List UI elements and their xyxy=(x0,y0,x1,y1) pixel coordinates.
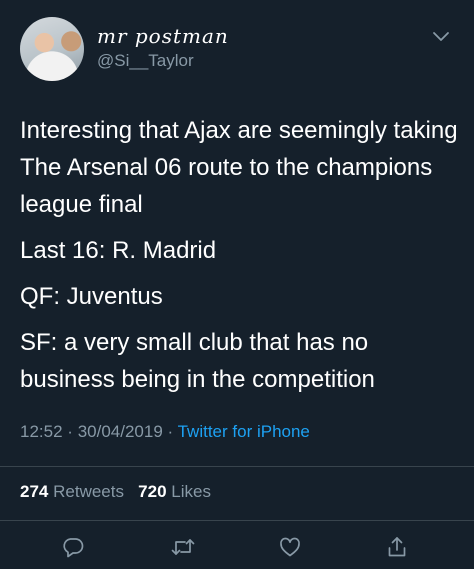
retweets-count[interactable]: 274 xyxy=(20,482,48,501)
heart-icon xyxy=(280,537,300,557)
divider xyxy=(0,466,474,467)
divider xyxy=(0,520,474,521)
tweet-paragraph: Last 16: R. Madrid xyxy=(20,237,217,264)
tweet-paragraph: SF: a very small club that has no busine… xyxy=(20,329,375,393)
likes-label[interactable]: Likes xyxy=(171,482,211,501)
meta-separator: · xyxy=(67,422,73,441)
meta-separator: · xyxy=(167,422,174,441)
tweet-source-link[interactable]: Twitter for iPhone xyxy=(178,422,310,441)
retweets-label[interactable]: Retweets xyxy=(53,482,124,501)
tweet-actions xyxy=(0,534,474,560)
share-icon xyxy=(388,537,406,557)
tweet-text: Interesting that Ajax are seemingly taki… xyxy=(20,112,460,398)
author-display-name[interactable]: mr postman xyxy=(97,24,229,48)
retweet-button[interactable] xyxy=(170,534,196,560)
reply-button[interactable] xyxy=(60,534,86,560)
retweet-icon xyxy=(171,539,195,555)
tweet-paragraph: Interesting that Ajax are seemingly taki… xyxy=(20,117,458,218)
tweet-stats: 274 Retweets 720 Likes xyxy=(20,482,211,502)
share-button[interactable] xyxy=(384,534,410,560)
tweet-paragraph: QF: Juventus xyxy=(20,283,163,310)
tweet-date: 30/04/2019 xyxy=(77,422,163,441)
reply-icon xyxy=(63,538,84,558)
like-button[interactable] xyxy=(277,534,303,560)
likes-count[interactable]: 720 xyxy=(138,482,166,501)
tweet-time: 12:52 xyxy=(20,422,63,441)
chevron-down-icon[interactable] xyxy=(432,30,450,44)
avatar[interactable] xyxy=(20,17,84,81)
tweet-meta: 12:52 · 30/04/2019 · Twitter for iPhone xyxy=(20,422,310,442)
author-handle[interactable]: @Si__Taylor xyxy=(97,51,194,71)
